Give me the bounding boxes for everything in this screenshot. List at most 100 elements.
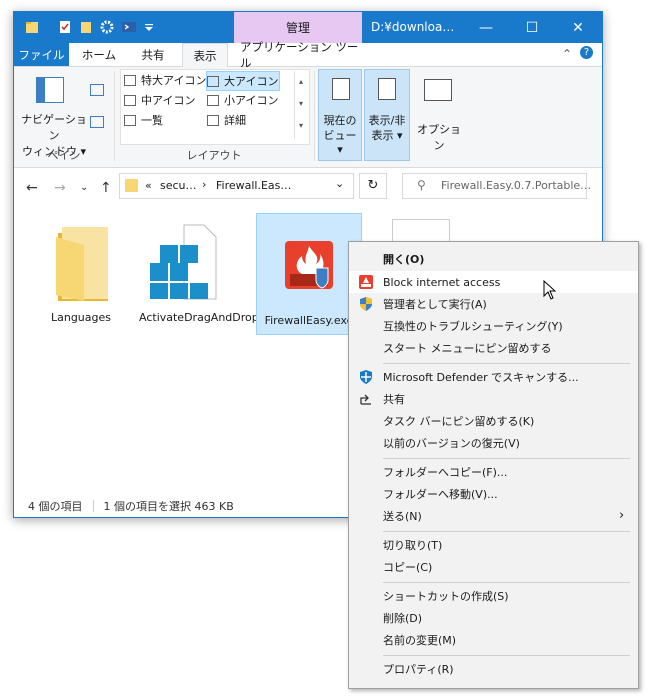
gear-icon[interactable] xyxy=(99,19,115,35)
customize-toolbar-icon[interactable] xyxy=(141,19,157,35)
firewall-block-icon xyxy=(359,275,373,289)
new-folder-icon[interactable] xyxy=(78,19,94,35)
layout-item-label: 大アイコン xyxy=(224,75,279,88)
uac-shield-icon xyxy=(360,297,372,311)
menu-item-create-shortcut[interactable]: ショートカットの作成(S) xyxy=(349,585,638,607)
menu-item-cut[interactable]: 切り取り(T) xyxy=(349,534,638,556)
options-button[interactable]: オプション xyxy=(414,69,464,159)
chevron-right-icon: › xyxy=(619,508,625,523)
address-box[interactable]: « secu… › Firewall.Eas… ⌄ xyxy=(119,173,354,199)
address-segment-1[interactable]: secu… xyxy=(160,179,197,192)
medium-icons-icon xyxy=(124,94,136,106)
layout-details[interactable]: 詳細 xyxy=(207,111,246,129)
menu-item-defender-scan[interactable]: Microsoft Defender でスキャンする... xyxy=(349,366,638,388)
layout-item-label: 一覧 xyxy=(141,114,163,127)
menu-separator xyxy=(383,531,630,532)
properties-check-icon[interactable] xyxy=(57,19,73,35)
menu-item-block-internet[interactable]: Block internet access xyxy=(349,271,638,293)
show-hide-button[interactable]: 表示/非 表示 ▾ xyxy=(364,69,410,161)
menu-item-run-as-admin[interactable]: 管理者として実行(A) xyxy=(349,293,638,315)
tab-app-tools[interactable]: アプリケーション ツール xyxy=(240,40,360,70)
menu-item-properties[interactable]: プロパティ(R) xyxy=(349,658,638,680)
menu-item-copy-to-folder[interactable]: フォルダーへコピー(F)... xyxy=(349,461,638,483)
layout-group-label: レイアウト xyxy=(186,149,242,162)
menu-item-open[interactable]: 開く(O) xyxy=(349,248,638,270)
list-icon xyxy=(124,114,136,126)
layout-small-icons[interactable]: 小アイコン xyxy=(207,91,278,109)
tab-home[interactable]: ホーム xyxy=(77,43,121,66)
extra-large-icons-icon xyxy=(124,74,136,86)
search-placeholder: Firewall.Easy.0.7.Portable… xyxy=(441,179,592,192)
firewall-app-icon xyxy=(285,241,333,289)
details-pane-icon[interactable] xyxy=(90,116,104,128)
menu-item-delete[interactable]: 削除(D) xyxy=(349,607,638,629)
show-hide-label-2: 表示 ▾ xyxy=(371,129,403,142)
menu-item-copy[interactable]: コピー(C) xyxy=(349,556,638,578)
menu-item-send-to[interactable]: 送る(N) › xyxy=(349,505,638,527)
menu-item-label: 共有 xyxy=(383,393,405,406)
address-dropdown-icon[interactable]: ⌄ xyxy=(335,177,344,190)
layout-list[interactable]: 一覧 xyxy=(124,111,163,129)
menu-item-pin-start[interactable]: スタート メニューにピン留めする xyxy=(349,337,638,359)
layout-large-icons[interactable]: 大アイコン xyxy=(206,71,280,91)
large-icons-icon xyxy=(207,75,219,87)
file-item-selected[interactable]: FirewallEasy.exe xyxy=(256,213,362,335)
current-view-button[interactable]: 現在の ビュー ▾ xyxy=(318,69,362,161)
menu-item-pin-taskbar[interactable]: タスク バーにピン留めする(K) xyxy=(349,410,638,432)
help-icon[interactable]: ? xyxy=(580,46,593,59)
maximize-button[interactable]: ☐ xyxy=(509,12,555,43)
ribbon-divider xyxy=(114,71,115,161)
menu-item-label: 送る(N) xyxy=(383,510,422,523)
file-name: FirewallEasy.exe xyxy=(264,314,354,327)
current-view-label-1: 現在の xyxy=(323,114,357,127)
up-icon[interactable]: ↑ xyxy=(100,180,112,196)
menu-item-compatibility[interactable]: 互換性のトラブルシューティング(Y) xyxy=(349,315,638,337)
address-row: ← → ⌄ ↑ « secu… › Firewall.Eas… ⌄ ↻ ⚲ Fi… xyxy=(14,168,602,206)
context-menu: 開く(O) Block internet access 管理者として実行(A) … xyxy=(348,241,639,689)
back-icon[interactable]: ← xyxy=(26,180,38,196)
options-icon xyxy=(424,79,452,101)
address-separator[interactable]: › xyxy=(202,178,206,191)
folder-icon xyxy=(56,227,108,301)
ribbon: ナビゲーション ウィンドウ ▾ ペイン 特大アイコン 大アイコン 中アイコン 小… xyxy=(14,67,602,168)
layout-item-label: 詳細 xyxy=(224,114,246,127)
search-box[interactable]: ⚲ Firewall.Easy.0.7.Portable… xyxy=(402,173,591,199)
powershell-icon[interactable] xyxy=(121,19,137,35)
menu-item-label: Block internet access xyxy=(383,275,501,289)
address-folder-icon xyxy=(125,179,138,192)
file-item[interactable]: ActivateDragAndDrop.reg xyxy=(139,219,280,325)
recent-locations-icon[interactable]: ⌄ xyxy=(80,182,88,193)
status-divider xyxy=(92,500,94,512)
menu-item-rename[interactable]: 名前の変更(M) xyxy=(349,629,638,651)
details-icon xyxy=(207,114,219,126)
file-item[interactable]: Languages xyxy=(36,219,126,324)
menu-item-move-to-folder[interactable]: フォルダーへ移動(V)... xyxy=(349,483,638,505)
layout-medium-icons[interactable]: 中アイコン xyxy=(124,91,195,109)
layout-extra-large-icons[interactable]: 特大アイコン xyxy=(124,71,206,89)
collapse-ribbon-icon[interactable]: ⌃ xyxy=(562,47,572,61)
navigation-pane-label-1: ナビゲーション xyxy=(21,113,87,142)
menu-separator xyxy=(383,363,630,364)
preview-pane-icon[interactable] xyxy=(90,84,104,96)
tab-view[interactable]: 表示 xyxy=(182,43,228,67)
forward-icon[interactable]: → xyxy=(54,180,66,196)
folder-icon[interactable] xyxy=(24,19,40,35)
search-icon: ⚲ xyxy=(417,178,426,192)
menu-separator xyxy=(383,582,630,583)
small-icons-icon xyxy=(207,94,219,106)
menu-separator xyxy=(383,458,630,459)
menu-item-share[interactable]: 共有 xyxy=(349,388,638,410)
ribbon-divider xyxy=(314,71,315,161)
tab-file[interactable]: ファイル xyxy=(14,43,69,66)
mouse-cursor-icon xyxy=(543,280,557,300)
window-title: D:¥downloa… xyxy=(371,20,455,34)
address-chevrons[interactable]: « xyxy=(145,179,152,192)
menu-item-restore-versions[interactable]: 以前のバージョンの復元(V) xyxy=(349,432,638,454)
close-button[interactable]: ✕ xyxy=(555,12,601,43)
address-segment-2[interactable]: Firewall.Eas… xyxy=(216,179,291,192)
tab-share[interactable]: 共有 xyxy=(131,43,175,66)
layout-scroll[interactable]: ▴ ▾ ▾ xyxy=(294,71,307,139)
refresh-button[interactable]: ↻ xyxy=(359,173,387,199)
navigation-pane-icon xyxy=(36,77,64,103)
minimize-button[interactable]: — xyxy=(463,12,509,43)
